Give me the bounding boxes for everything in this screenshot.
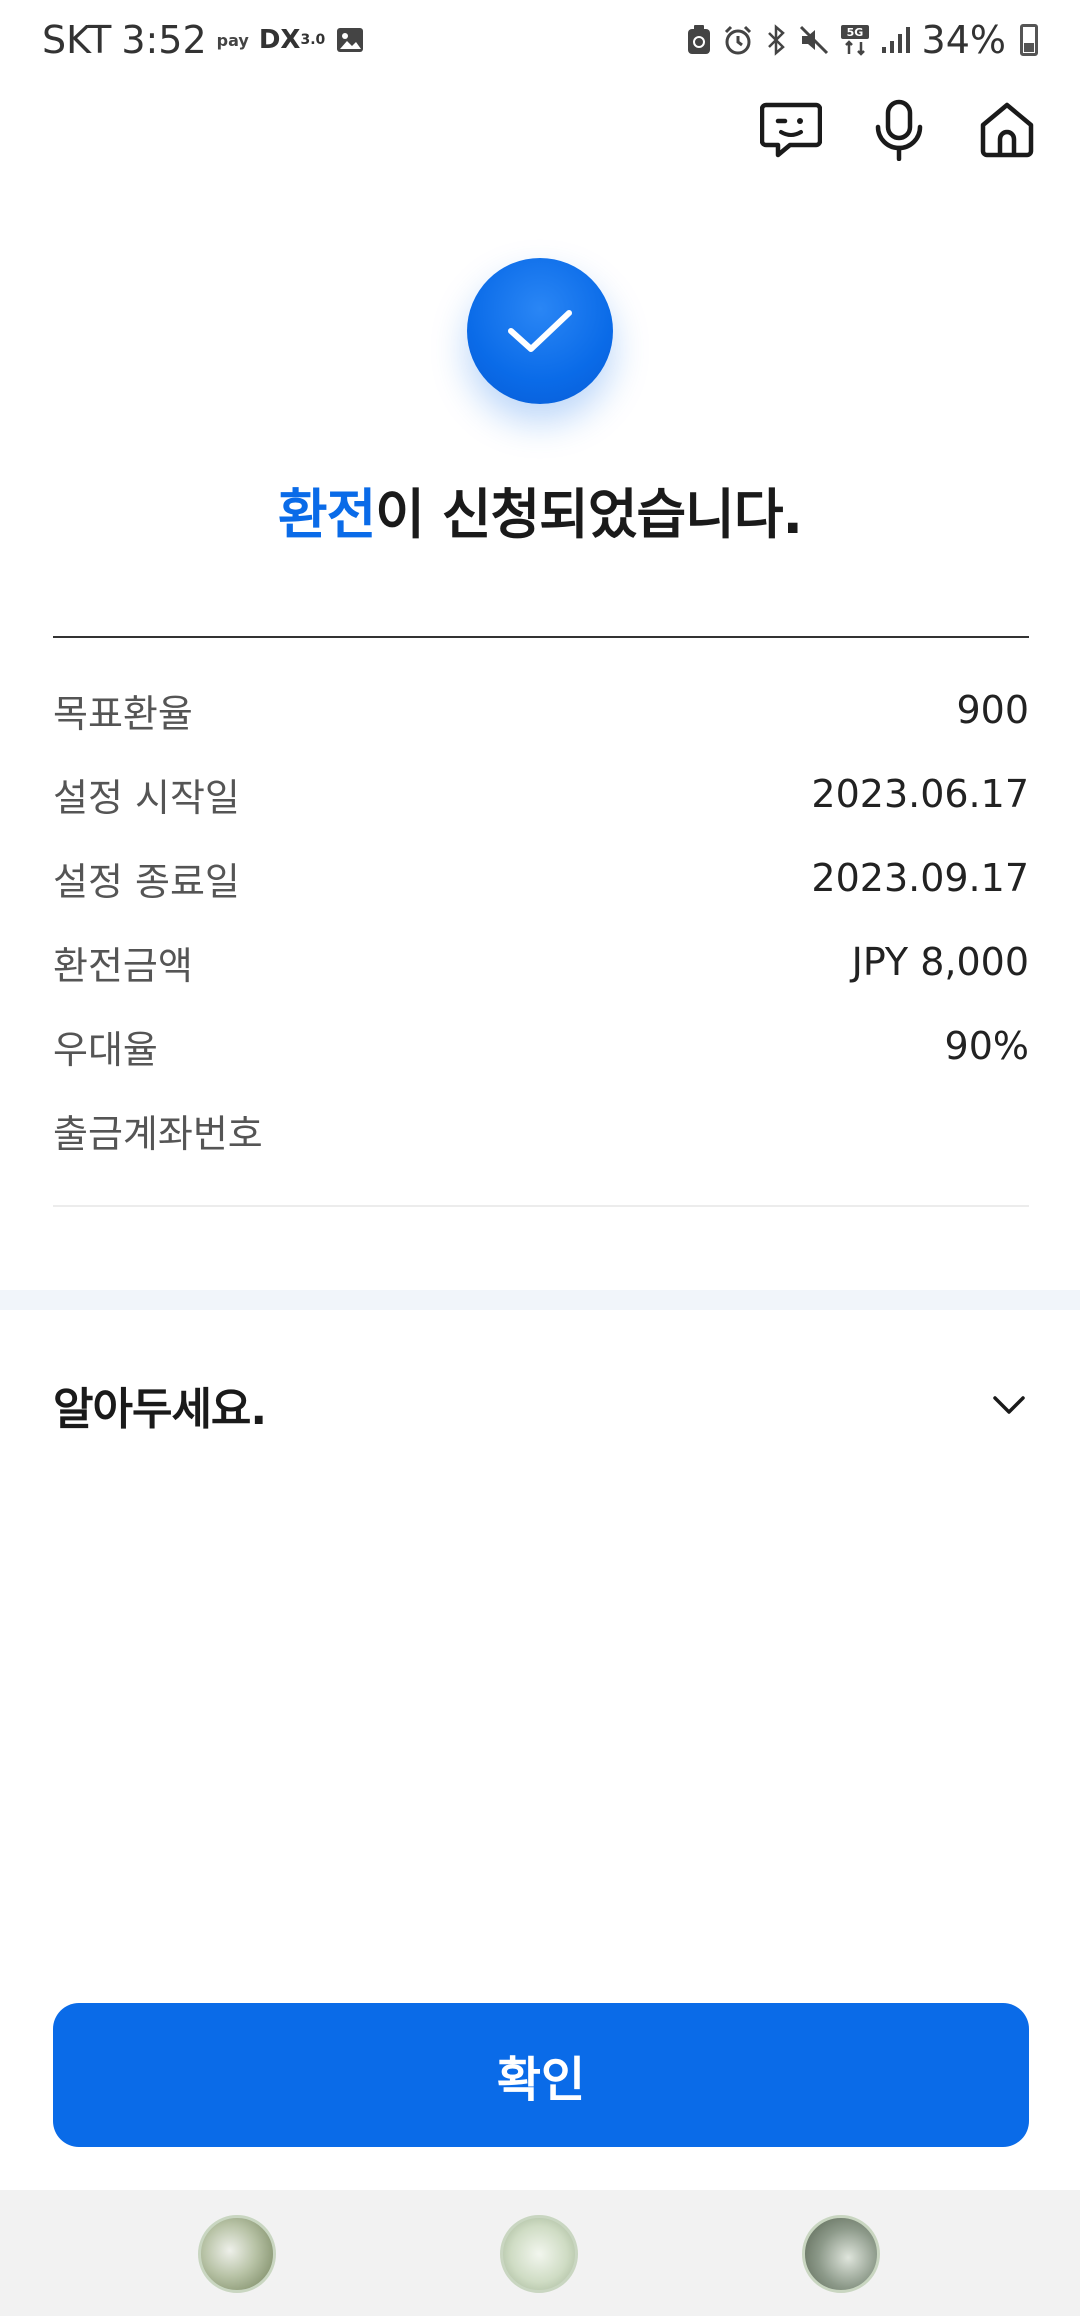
divider bbox=[53, 1205, 1029, 1207]
detail-value: 90% bbox=[944, 1024, 1029, 1068]
image-icon bbox=[335, 25, 365, 55]
detail-list: 목표환율 900 설정 시작일 2023.06.17 설정 종료일 2023.0… bbox=[53, 668, 1029, 1172]
success-badge bbox=[467, 258, 613, 404]
detail-row-end-date: 설정 종료일 2023.09.17 bbox=[53, 836, 1029, 920]
detail-label: 우대율 bbox=[53, 1027, 158, 1072]
battery-percent: 34% bbox=[921, 18, 1006, 62]
chat-bot-icon bbox=[760, 102, 822, 158]
completion-headline: 환전이 신청되었습니다. bbox=[0, 470, 1080, 549]
microphone-icon bbox=[875, 99, 923, 161]
notice-accordion[interactable]: 알아두세요. bbox=[53, 1360, 1029, 1450]
detail-row-target-rate: 목표환율 900 bbox=[53, 668, 1029, 752]
detail-label: 목표환율 bbox=[53, 691, 193, 736]
checkmark-icon bbox=[508, 310, 572, 352]
dx-label: DX bbox=[258, 25, 301, 55]
section-separator bbox=[0, 1290, 1080, 1310]
alarm-icon bbox=[722, 24, 754, 56]
confirm-button[interactable]: 확인 bbox=[53, 2003, 1029, 2147]
dx-version: 3.0 bbox=[300, 32, 326, 48]
status-left: SKT 3:52 pay DX 3.0 bbox=[42, 18, 365, 62]
status-bar: SKT 3:52 pay DX 3.0 5G 34% bbox=[0, 0, 1080, 80]
detail-row-preferential-rate: 우대율 90% bbox=[53, 1004, 1029, 1088]
detail-label: 환전금액 bbox=[53, 943, 193, 988]
headline-accent: 환전 bbox=[277, 483, 376, 546]
detail-label: 설정 시작일 bbox=[53, 775, 240, 820]
carrier: SKT bbox=[42, 18, 112, 62]
notice-title: 알아두세요. bbox=[53, 1384, 267, 1435]
voice-button[interactable] bbox=[868, 99, 930, 161]
detail-label: 설정 종료일 bbox=[53, 859, 240, 904]
svg-text:5G: 5G bbox=[846, 26, 863, 39]
detail-label: 출금계좌번호 bbox=[53, 1111, 263, 1156]
mute-icon bbox=[798, 24, 830, 56]
signal-icon bbox=[880, 25, 912, 55]
detail-value: JPY 8,000 bbox=[851, 940, 1029, 984]
page: SKT 3:52 pay DX 3.0 5G 34% 환전이 신청되었습니다. … bbox=[0, 0, 1080, 2316]
detail-value: 2023.06.17 bbox=[811, 772, 1029, 816]
recycle-icon bbox=[686, 24, 712, 56]
home-button[interactable] bbox=[976, 99, 1038, 161]
divider bbox=[53, 636, 1029, 638]
dx-badge: DX 3.0 bbox=[259, 25, 325, 55]
detail-row-amount: 환전금액 JPY 8,000 bbox=[53, 920, 1029, 1004]
bluetooth-icon bbox=[764, 24, 788, 56]
detail-value: 2023.09.17 bbox=[811, 856, 1029, 900]
battery-icon bbox=[1020, 24, 1038, 56]
app-thumbnail[interactable] bbox=[802, 2215, 880, 2293]
headline-rest: 이 신청되었습니다. bbox=[375, 483, 803, 546]
app-thumbnail[interactable] bbox=[500, 2215, 578, 2293]
network-icon: 5G bbox=[840, 24, 870, 56]
detail-row-start-date: 설정 시작일 2023.06.17 bbox=[53, 752, 1029, 836]
app-thumbnail[interactable] bbox=[198, 2215, 276, 2293]
detail-value: 900 bbox=[956, 688, 1029, 732]
chevron-down-icon bbox=[993, 1396, 1025, 1414]
pay-badge: pay bbox=[216, 30, 249, 50]
detail-row-withdrawal-account: 출금계좌번호 bbox=[53, 1088, 1029, 1172]
home-icon bbox=[980, 102, 1034, 158]
top-actions bbox=[760, 95, 1038, 165]
status-right: 5G 34% bbox=[686, 18, 1038, 62]
chatbot-button[interactable] bbox=[760, 99, 822, 161]
clock: 3:52 bbox=[121, 18, 207, 62]
